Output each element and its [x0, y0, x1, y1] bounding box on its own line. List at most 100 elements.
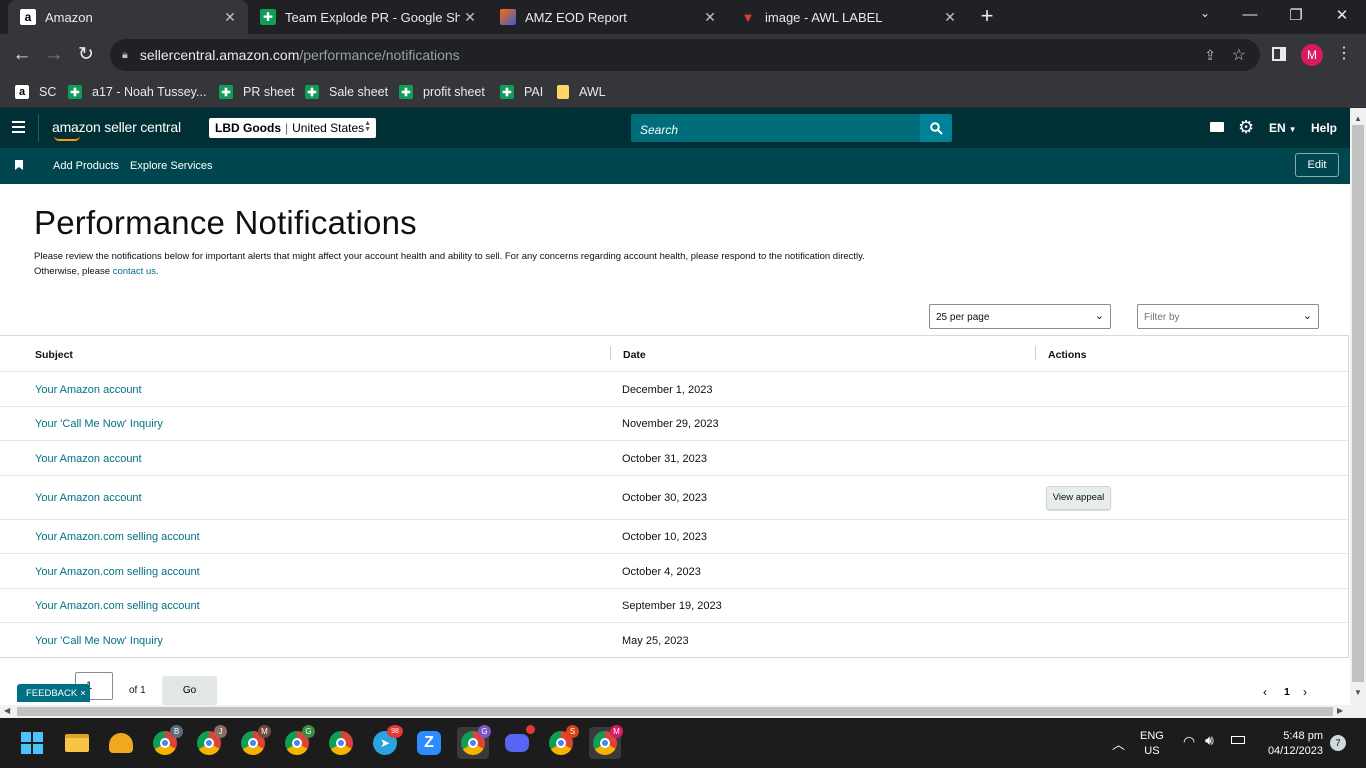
feedback-button[interactable]: FEEDBACK ×: [17, 684, 90, 702]
new-tab-button[interactable]: +: [976, 4, 998, 28]
chrome-profile-g2-icon[interactable]: G: [457, 725, 491, 759]
clock[interactable]: 5:48 pm 04/12/2023: [1262, 729, 1323, 759]
profile-avatar[interactable]: M: [1301, 44, 1323, 66]
table-row: Your Amazon.com selling account Septembe…: [0, 589, 1348, 623]
scroll-up-icon[interactable]: ▲: [1354, 114, 1362, 123]
share-icon[interactable]: ⇪: [1204, 47, 1216, 64]
row-subject-link[interactable]: Your 'Call Me Now' Inquiry: [35, 418, 163, 430]
star-icon[interactable]: ☆: [1232, 45, 1246, 65]
search-button[interactable]: [920, 114, 952, 142]
bookmark-pai[interactable]: ✚ PAI: [500, 82, 543, 102]
side-panel-icon[interactable]: [1272, 47, 1286, 61]
bookmark-icon[interactable]: [15, 160, 23, 170]
language-indicator[interactable]: ENG US: [1140, 729, 1164, 759]
zoom-icon[interactable]: Z: [413, 727, 445, 759]
chrome-profile-j-icon[interactable]: J: [193, 725, 227, 759]
column-date: Date: [623, 349, 646, 361]
tab-amz-eod[interactable]: AMZ EOD Report ✕: [488, 0, 728, 34]
battery-icon[interactable]: [1231, 736, 1245, 744]
language-selector[interactable]: EN ▼: [1269, 121, 1297, 135]
row-subject-link[interactable]: Your Amazon account: [35, 384, 142, 396]
help-link[interactable]: Help: [1311, 121, 1337, 135]
bookmark-sale-sheet[interactable]: ✚ Sale sheet: [305, 82, 388, 102]
nav-explore-services[interactable]: Explore Services: [130, 160, 213, 172]
filter-select[interactable]: Filter by ⌄: [1137, 304, 1319, 329]
horizontal-scrollbar[interactable]: ◀ ▶: [0, 705, 1366, 718]
prev-page-icon[interactable]: ‹: [1263, 685, 1267, 699]
close-icon[interactable]: ×: [80, 688, 86, 699]
chrome-profile-m2-icon[interactable]: M: [589, 725, 623, 759]
hscroll-thumb[interactable]: [17, 707, 1333, 716]
account-switcher[interactable]: LBD Goods | United States ▲ ▼: [209, 118, 376, 138]
date: 04/12/2023: [1267, 745, 1323, 757]
chevron-up-icon[interactable]: ︿: [1112, 734, 1125, 753]
row-subject-link[interactable]: Your Amazon account: [35, 453, 142, 465]
vertical-scrollbar[interactable]: ▲ ▼: [1350, 108, 1366, 705]
bookmark-pr-sheet[interactable]: ✚ PR sheet: [219, 82, 294, 102]
chrome-profile-g-icon[interactable]: G: [281, 725, 315, 759]
volume-icon[interactable]: 🔊︎: [1205, 732, 1214, 749]
row-subject-link[interactable]: Your 'Call Me Now' Inquiry: [35, 635, 163, 647]
per-page-select[interactable]: 25 per page ⌄: [929, 304, 1111, 329]
tab-amazon[interactable]: a Amazon ✕: [8, 0, 248, 34]
bookmark-profit-sheet[interactable]: ✚ profit sheet: [399, 82, 485, 102]
table-row: Your Amazon account October 31, 2023: [0, 441, 1348, 476]
tab-awl-label[interactable]: ▼ image - AWL LABEL ✕: [728, 0, 968, 34]
marketplace-name: United States: [292, 121, 365, 135]
chrome-profile-m-icon[interactable]: M: [237, 725, 271, 759]
notification-badge[interactable]: 7: [1330, 735, 1346, 751]
notifications-table: Subject Date Actions Your Amazon account…: [0, 335, 1349, 658]
bookmark-label: a17 - Noah Tussey...: [92, 85, 207, 99]
address-bar[interactable]: 🔒︎ sellercentral.amazon.com/performance/…: [110, 39, 1260, 71]
close-icon[interactable]: ✕: [460, 9, 480, 26]
minimize-icon[interactable]: —: [1238, 6, 1262, 23]
close-icon[interactable]: ✕: [700, 9, 720, 26]
bookmark-sc[interactable]: a SC: [15, 82, 56, 102]
tab-team-explode[interactable]: ✚ Team Explode PR - Google Shee ✕: [248, 0, 488, 34]
telegram-icon[interactable]: ➤ 98: [369, 725, 403, 759]
row-subject-link[interactable]: Your Amazon.com selling account: [35, 531, 200, 543]
go-button[interactable]: Go: [162, 676, 217, 705]
per-page-value: 25 per page: [936, 312, 990, 323]
mail-icon[interactable]: [1210, 122, 1224, 132]
back-icon[interactable]: ←: [10, 43, 34, 67]
app-helmet-icon[interactable]: [105, 727, 137, 759]
restore-icon[interactable]: ❐: [1284, 6, 1308, 24]
row-subject-link[interactable]: Your Amazon account: [35, 492, 142, 504]
tab-search-icon[interactable]: ⌄: [1193, 6, 1217, 20]
forward-icon[interactable]: →: [42, 43, 66, 67]
view-appeal-button[interactable]: View appeal: [1046, 486, 1111, 510]
row-date: September 19, 2023: [622, 600, 722, 612]
close-icon[interactable]: ✕: [220, 9, 240, 26]
scroll-right-icon[interactable]: ▶: [1337, 706, 1343, 715]
close-window-icon[interactable]: ✕: [1330, 6, 1354, 24]
chrome-profile-s-icon[interactable]: S: [545, 725, 579, 759]
search-input[interactable]: Search: [631, 114, 920, 142]
edit-button[interactable]: Edit: [1295, 153, 1339, 177]
bookmark-awl[interactable]: AWL: [557, 82, 606, 102]
close-icon[interactable]: ✕: [940, 9, 960, 26]
sheets-icon: ✚: [219, 85, 233, 99]
bookmark-a17[interactable]: ✚ a17 - Noah Tussey...: [68, 82, 206, 102]
windows-start-icon[interactable]: [16, 727, 48, 759]
scroll-thumb[interactable]: [1352, 125, 1364, 682]
file-explorer-icon[interactable]: [61, 727, 93, 759]
chrome-icon[interactable]: [325, 727, 357, 759]
tab-title: Amazon: [45, 9, 93, 25]
scroll-down-icon[interactable]: ▼: [1354, 688, 1362, 697]
row-subject-link[interactable]: Your Amazon.com selling account: [35, 600, 200, 612]
reload-icon[interactable]: ↻: [74, 43, 98, 67]
hamburger-menu-icon[interactable]: [12, 121, 25, 133]
nav-add-products[interactable]: Add Products: [53, 160, 119, 172]
more-menu-icon[interactable]: ⋮: [1336, 43, 1352, 63]
contact-us-link[interactable]: contact us.: [113, 266, 159, 277]
gear-icon[interactable]: ⚙: [1238, 117, 1254, 137]
next-page-icon[interactable]: ›: [1303, 685, 1307, 699]
scroll-left-icon[interactable]: ◀: [4, 706, 10, 715]
seller-central-logo[interactable]: amazon seller central: [52, 119, 181, 135]
row-subject-link[interactable]: Your Amazon.com selling account: [35, 566, 200, 578]
discord-icon[interactable]: [501, 725, 535, 759]
bookmark-label: AWL: [579, 85, 606, 99]
chrome-profile-b-icon[interactable]: B: [149, 725, 183, 759]
wifi-icon[interactable]: ◠: [1183, 733, 1195, 750]
